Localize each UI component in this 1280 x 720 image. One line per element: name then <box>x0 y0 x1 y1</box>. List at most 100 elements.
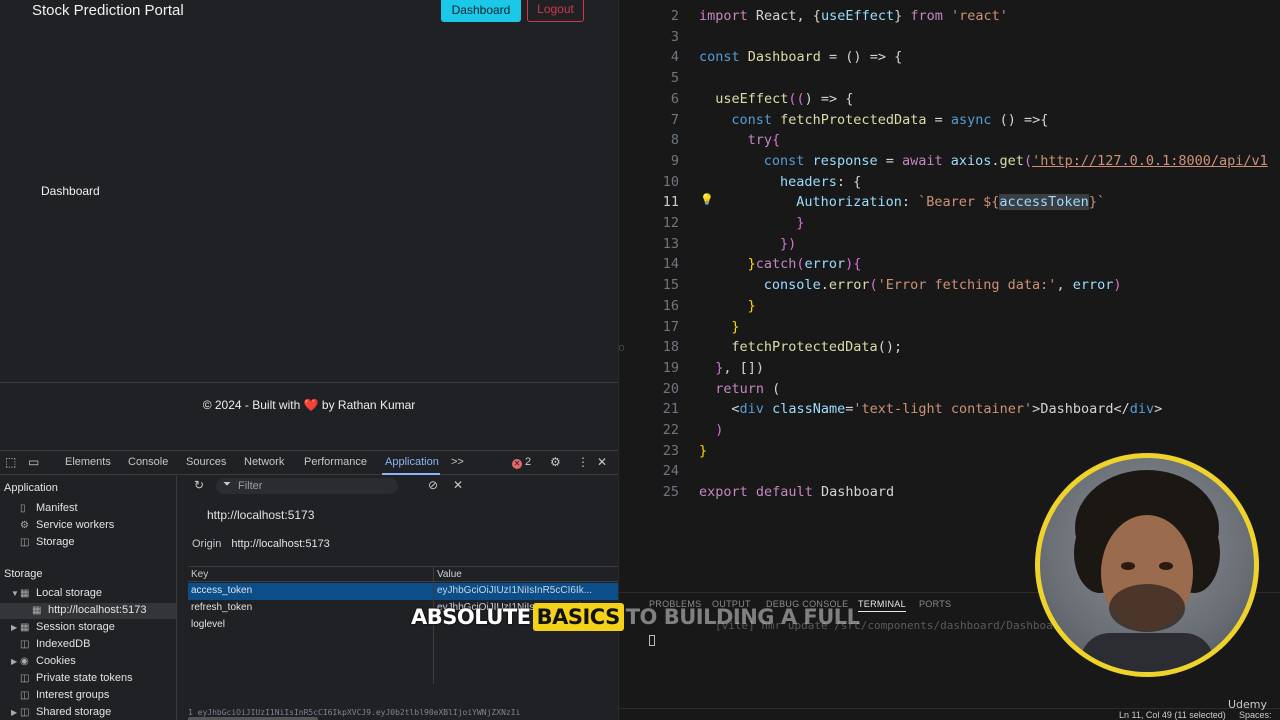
filter-icon: ⏷ <box>223 479 231 490</box>
table-row[interactable]: access_token eyJhbGciOiJIUzI1NiIsInR5cCI… <box>188 583 618 600</box>
line-number: 20 <box>662 380 679 397</box>
line-number: 19 <box>662 359 679 376</box>
expanded-arrow-icon[interactable]: ▼ <box>11 589 19 598</box>
heart-icon: ❤️ <box>303 398 319 412</box>
device-toggle-icon[interactable]: ▭ <box>28 455 39 469</box>
row-value: eyJhbGciOiJIUzI1NiIsInR5cCI6Ik... <box>437 585 593 596</box>
code-line: return ( <box>715 380 781 397</box>
code-line: }catch(error){ <box>747 256 862 273</box>
line-number: 23 <box>662 442 679 459</box>
application-sidebar: Application ▯ Manifest ⚙ Service workers ◫… <box>0 476 177 720</box>
footer-suffix: by Rathan Kumar <box>321 398 416 412</box>
sidebar-item-shared-storage[interactable]: ◫ Shared storage <box>20 706 111 718</box>
tab-elements[interactable]: Elements <box>65 456 111 468</box>
storage-header: Storage <box>4 568 43 580</box>
table-header: Key Value <box>188 567 618 582</box>
column-header-key[interactable]: Key <box>191 569 208 580</box>
dashboard-text: Dashboard <box>41 184 100 198</box>
udemy-watermark: Udemy <box>1228 698 1268 711</box>
sidebar-item-service-workers[interactable]: ⚙ Service workers <box>20 519 114 531</box>
active-tab-indicator <box>382 473 440 475</box>
line-number: 17 <box>662 318 679 335</box>
close-devtools-icon[interactable]: ✕ <box>597 455 607 469</box>
line-number: 8 <box>670 132 679 149</box>
code-line: }) <box>780 235 797 252</box>
grid-icon: ▦ <box>20 622 30 633</box>
file-icon: ▯ <box>20 503 26 514</box>
row-key: access_token <box>191 585 253 596</box>
code-line: headers: { <box>780 173 862 190</box>
cookie-icon: ◉ <box>20 656 29 667</box>
tab-console[interactable]: Console <box>128 456 168 468</box>
refresh-icon[interactable]: ↻ <box>194 478 204 492</box>
code-line: console.error('Error fetching data:', er… <box>763 277 1122 294</box>
dashboard-button[interactable]: Dashboard <box>441 0 521 22</box>
filter-input[interactable]: Filter <box>216 478 398 494</box>
line-number: 9 <box>670 152 679 169</box>
line-number: 13 <box>662 235 679 252</box>
brand-logo[interactable]: Stock Prediction Portal <box>32 2 184 19</box>
webcam-overlay <box>1035 453 1259 677</box>
more-options-icon[interactable]: ⋮ <box>577 455 589 469</box>
code-line: } <box>747 297 756 314</box>
sidebar-item-interest-groups[interactable]: ◫ Interest groups <box>20 689 109 701</box>
local-storage-viewer: ↻ Filter ⏷ ⊘ ✕ http://localhost:5173 Ori… <box>186 476 618 720</box>
sidebar-item-private-state-tokens[interactable]: ◫ Private state tokens <box>20 672 133 684</box>
devtools-panel: ⬚ ▭ Elements Console Sources Network Per… <box>0 450 618 720</box>
code-line: } <box>796 215 805 231</box>
error-badge[interactable]: ✕ 2 <box>512 456 531 469</box>
application-header: Application <box>4 482 58 494</box>
cursor-position[interactable]: Ln 11, Col 49 (11 selected) <box>1119 710 1226 720</box>
row-key: refresh_token <box>191 602 253 613</box>
sidebar-item-indexeddb[interactable]: ◫ IndexedDB <box>20 638 90 650</box>
line-number: 7 <box>670 111 679 128</box>
presenter-video <box>1040 458 1254 672</box>
clear-all-icon[interactable]: ⊘ <box>428 478 438 492</box>
sidebar-item-localhost[interactable]: ▦ http://localhost:5173 <box>32 604 146 616</box>
database-icon: ◫ <box>20 707 30 718</box>
line-number: 4 <box>670 49 679 66</box>
tab-application[interactable]: Application <box>385 456 439 468</box>
sidebar-item-session-storage[interactable]: ▦ Session storage <box>20 621 115 633</box>
tab-network[interactable]: Network <box>244 456 284 468</box>
terminal-cursor[interactable] <box>649 635 655 646</box>
code-line: } <box>699 442 708 459</box>
line-number: 21 <box>662 401 679 418</box>
error-count: 2 <box>525 456 532 468</box>
collapsed-arrow-icon[interactable]: ▶ <box>11 623 17 632</box>
sidebar-item-cookies[interactable]: ◉ Cookies <box>20 655 76 667</box>
line-number: 15 <box>662 277 679 294</box>
sidebar-item-manifest[interactable]: ▯ Manifest <box>20 502 78 514</box>
indentation-setting[interactable]: Spaces: <box>1239 710 1272 720</box>
collapse-marker-icon: ▢ <box>619 343 624 352</box>
inspect-icon[interactable]: ⬚ <box>5 455 16 469</box>
database-icon: ◫ <box>20 673 30 684</box>
code-line: try{ <box>747 132 781 149</box>
tab-sources[interactable]: Sources <box>186 456 226 468</box>
error-icon: ✕ <box>512 459 522 469</box>
settings-gear-icon[interactable]: ⚙ <box>550 455 561 469</box>
more-tabs-button[interactable]: >> <box>451 456 464 468</box>
logout-button[interactable]: Logout <box>527 0 584 22</box>
tab-terminal[interactable]: TERMINAL <box>858 599 906 612</box>
column-header-value[interactable]: Value <box>437 569 615 580</box>
page-footer: © 2024 - Built with ❤️ by Rathan Kumar <box>0 398 618 412</box>
sidebar-item-storage[interactable]: ◫ Storage <box>20 536 75 548</box>
code-line: useEffect(() => { <box>715 90 854 107</box>
sidebar-item-local-storage[interactable]: ▦ Local storage <box>20 587 102 599</box>
status-bar: Ln 11, Col 49 (11 selected) Spaces: <box>619 708 1280 720</box>
caption-part-1: ABSOLUTE <box>411 605 531 629</box>
delete-selected-icon[interactable]: ✕ <box>453 478 463 492</box>
line-number: 11 <box>662 194 679 211</box>
devtools-tabbar: ⬚ ▭ Elements Console Sources Network Per… <box>0 451 618 475</box>
line-number: 18 <box>662 339 679 356</box>
caption-part-3: TO BUILDING A FULL <box>625 605 860 629</box>
tab-ports[interactable]: PORTS <box>919 599 951 609</box>
grid-icon: ▦ <box>32 605 42 616</box>
storage-toolbar: ↻ Filter ⏷ ⊘ ✕ <box>186 476 618 496</box>
grid-icon: ▦ <box>20 588 30 599</box>
tab-performance[interactable]: Performance <box>304 456 367 468</box>
collapsed-arrow-icon[interactable]: ▶ <box>11 708 17 717</box>
collapsed-arrow-icon[interactable]: ▶ <box>11 657 17 666</box>
presenter-image <box>1074 470 1220 672</box>
